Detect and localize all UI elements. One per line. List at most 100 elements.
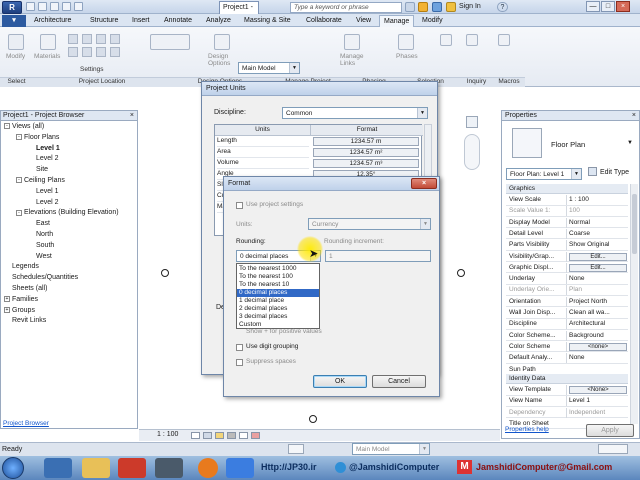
property-value[interactable]: Plan (566, 285, 628, 296)
tab-architecture[interactable]: Architecture (30, 15, 75, 27)
property-value[interactable]: Independent (566, 407, 628, 418)
elevation-marker-west[interactable] (161, 269, 169, 277)
tab-annotate[interactable]: Annotate (160, 15, 196, 27)
file-tab[interactable]: ▾ (2, 15, 26, 27)
tree-item[interactable]: Sheets (all) (4, 284, 119, 295)
shadows-icon[interactable] (227, 432, 236, 439)
property-row[interactable]: Underlay Orie... Plan (506, 285, 628, 296)
search-icon[interactable] (405, 2, 415, 12)
view-scale[interactable]: 1 : 100 (157, 431, 178, 438)
tab-analyze[interactable]: Analyze (202, 15, 235, 27)
property-value[interactable]: Clean all wa... (566, 308, 628, 318)
inquiry-icon[interactable] (466, 34, 478, 46)
property-row[interactable]: Graphic Displ... Edit... (506, 262, 628, 274)
close-icon[interactable]: × (411, 178, 437, 189)
macros-icon[interactable] (498, 34, 510, 46)
property-edit-button[interactable]: <none> (569, 342, 627, 351)
units-select[interactable]: Currency ▼ (308, 218, 431, 230)
tree-item[interactable]: Site (4, 165, 119, 176)
identity-group-header[interactable]: Identity Data (506, 374, 628, 384)
project-info-icon[interactable] (96, 34, 106, 44)
property-value[interactable]: Normal (566, 217, 628, 228)
design-options-icon[interactable] (214, 34, 230, 50)
project-browser-tab[interactable]: Project Browser (3, 420, 49, 427)
view-cube-icon[interactable] (466, 116, 478, 128)
tree-item[interactable]: Level 1 (4, 187, 119, 198)
property-row[interactable]: View Name Level 1 (506, 396, 628, 407)
chevron-down-icon[interactable]: ▼ (627, 140, 633, 146)
tree-item[interactable]: - Views (all) (4, 122, 119, 133)
project-parameters-icon[interactable] (110, 34, 120, 44)
favorites-icon[interactable] (446, 2, 456, 12)
discipline-select[interactable]: Common ▼ (282, 107, 428, 119)
ie-icon[interactable] (44, 458, 72, 478)
tree-item[interactable]: - Floor Plans (4, 133, 119, 144)
project-units-icon[interactable] (96, 47, 106, 57)
main-model-select[interactable]: Main Model ▼ (238, 62, 300, 74)
unit-format-button[interactable]: 1234.57 m (313, 137, 419, 146)
temporary-hide-icon[interactable] (251, 432, 260, 439)
property-edit-button[interactable]: <None> (569, 386, 627, 394)
snaps-icon[interactable] (82, 34, 92, 44)
tree-item[interactable]: West (4, 252, 119, 263)
firefox-icon[interactable] (198, 458, 218, 478)
property-row[interactable]: Orientation Project North (506, 296, 628, 308)
property-row[interactable]: Color Scheme <none> (506, 341, 628, 353)
tree-item[interactable]: Level 2 (4, 154, 119, 165)
property-value[interactable]: <none> (566, 341, 628, 352)
use-project-settings-checkbox[interactable] (236, 202, 243, 209)
collapse-icon[interactable]: - (4, 123, 10, 130)
phases-icon[interactable] (398, 34, 414, 50)
edit-type-button[interactable]: Edit Type (600, 169, 629, 176)
tree-item[interactable]: Level 2 (4, 198, 119, 209)
tree-item[interactable]: North (4, 230, 119, 241)
application-menu-button[interactable]: R (2, 1, 22, 14)
sign-in-link[interactable]: Sign In (459, 3, 481, 10)
property-value[interactable]: None (566, 353, 628, 364)
property-value[interactable]: Architectural (566, 319, 628, 330)
tab-view[interactable]: View (352, 15, 375, 27)
elevation-marker-south[interactable] (309, 415, 317, 423)
property-value[interactable]: Edit... (566, 262, 628, 273)
save-icon[interactable] (38, 2, 47, 11)
elevation-marker-east[interactable] (457, 269, 465, 277)
rounding-option[interactable]: 2 decimal places (237, 305, 319, 313)
collapse-icon[interactable]: - (16, 177, 22, 184)
sun-path-icon[interactable] (215, 432, 224, 439)
communication-icon[interactable] (432, 2, 442, 12)
worksets-icon[interactable] (288, 444, 304, 454)
materials-icon[interactable] (40, 34, 56, 50)
rounding-option[interactable]: To the nearest 10 (237, 281, 319, 289)
format-cancel-button[interactable]: Cancel (372, 375, 426, 388)
property-edit-button[interactable]: Edit... (569, 252, 627, 261)
tree-item[interactable]: South (4, 241, 119, 252)
shared-parameters-icon[interactable] (110, 47, 120, 57)
expand-icon[interactable]: + (4, 295, 10, 302)
media-player-icon[interactable] (118, 458, 146, 478)
tab-massing-site[interactable]: Massing & Site (240, 15, 295, 27)
property-row[interactable]: View Scale 1 : 100 (506, 195, 628, 206)
properties-help-link[interactable]: Properties help (505, 426, 549, 433)
tab-manage[interactable]: Manage (379, 15, 415, 27)
crop-view-icon[interactable] (239, 432, 248, 439)
redo-icon[interactable] (62, 2, 71, 11)
property-value[interactable]: <None> (566, 385, 628, 395)
rounding-option[interactable]: To the nearest 100 (237, 273, 319, 281)
edit-type-icon[interactable] (588, 167, 597, 176)
rounding-option[interactable]: To the nearest 1000 (237, 265, 319, 273)
tree-item[interactable]: Schedules/Quantities (4, 273, 119, 284)
property-row[interactable]: Scale Value 1: 100 (506, 206, 628, 217)
document-tab[interactable]: Project1 - (219, 1, 259, 14)
format-ok-button[interactable]: OK (313, 375, 367, 388)
rounding-option[interactable]: 3 decimal places (237, 313, 319, 321)
start-button[interactable] (2, 457, 24, 479)
property-edit-button[interactable]: Edit... (569, 263, 627, 272)
explorer-icon[interactable] (82, 458, 110, 478)
property-value[interactable]: Coarse (566, 228, 628, 239)
search-input[interactable]: Type a keyword or phrase (290, 2, 402, 13)
unit-format-button[interactable]: 1234.57 m² (313, 148, 419, 157)
tree-item[interactable]: + Families (4, 295, 119, 306)
modify-icon[interactable] (8, 34, 24, 50)
property-value[interactable]: 100 (566, 206, 628, 217)
property-value[interactable]: Project North (566, 296, 628, 307)
